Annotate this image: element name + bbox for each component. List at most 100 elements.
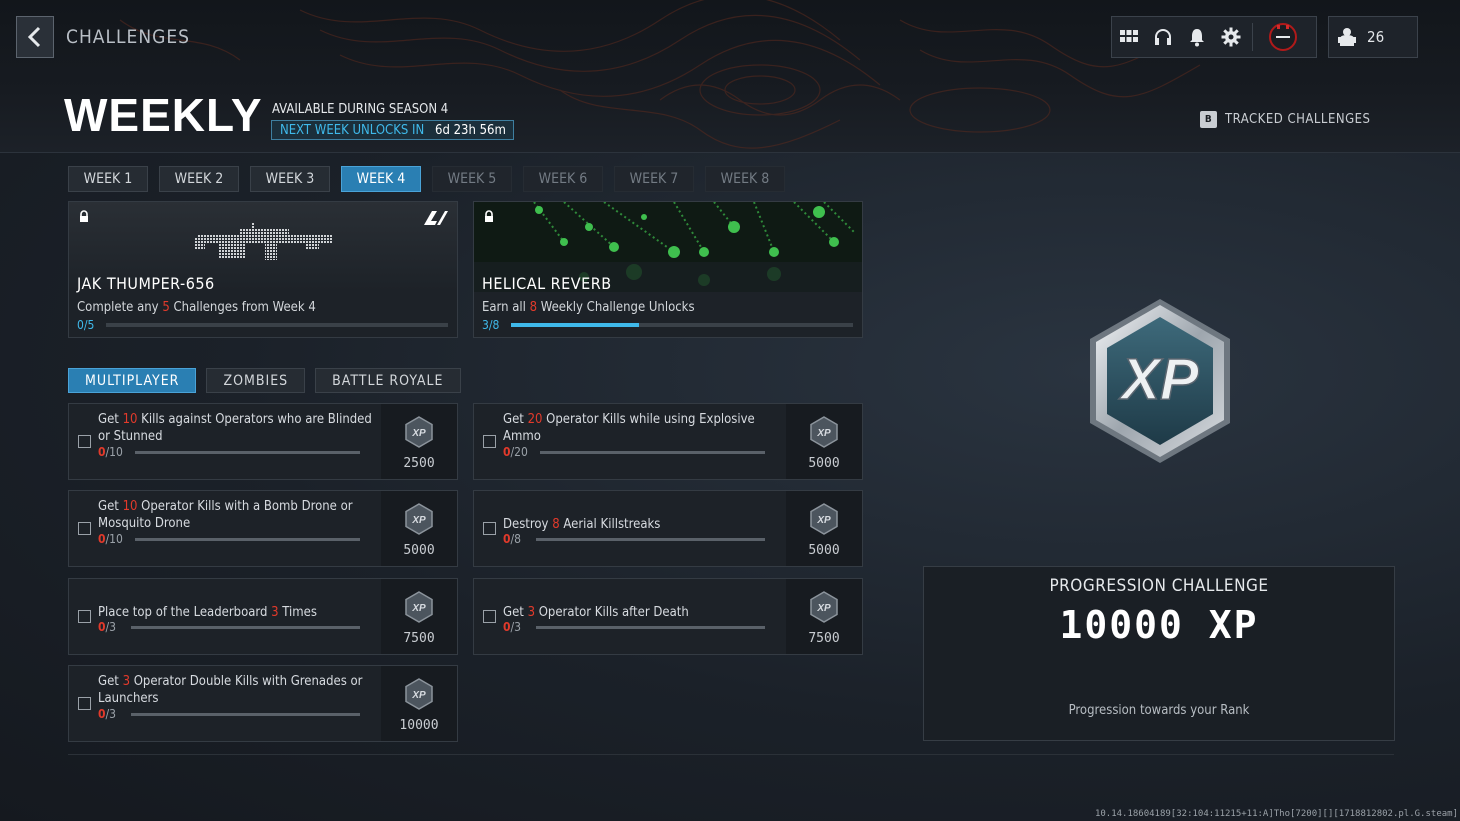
xp-amount: 7500 bbox=[808, 631, 840, 646]
challenge-progress: 0/10 bbox=[98, 445, 123, 459]
tab-week-8[interactable]: WEEK 8 bbox=[705, 166, 785, 192]
season-text: AVAILABLE DURING SEASON 4 bbox=[272, 102, 449, 117]
svg-text:XP: XP bbox=[816, 428, 831, 439]
xp-token-icon: XP bbox=[810, 503, 838, 535]
blueprint-icon bbox=[424, 211, 448, 225]
challenge-text: Get 3 Operator Kills after Death bbox=[503, 605, 689, 620]
xp-reward: XP 5000 bbox=[381, 491, 457, 566]
tracked-challenges-label: TRACKED CHALLENGES bbox=[1225, 112, 1371, 127]
challenge-progress-bar bbox=[131, 626, 360, 629]
challenge-text: Get 20 Operator Kills while using Explos… bbox=[503, 412, 755, 444]
next-week-timer: NEXT WEEK UNLOCKS IN 6d 23h 56m bbox=[271, 120, 514, 140]
operator-icon bbox=[1338, 28, 1356, 46]
svg-text:XP: XP bbox=[411, 515, 426, 526]
xp-reward: XP 7500 bbox=[786, 579, 862, 654]
tab-battle-royale[interactable]: BATTLE ROYALE bbox=[315, 368, 461, 393]
lock-icon bbox=[485, 210, 493, 222]
bell-icon[interactable] bbox=[1180, 17, 1214, 57]
reward-card-reverb[interactable]: HELICAL REVERB Earn all 8 Weekly Challen… bbox=[473, 201, 863, 338]
xp-reward: XP 2500 bbox=[381, 404, 457, 479]
challenge-progress-bar bbox=[540, 451, 765, 454]
svg-text:XP: XP bbox=[816, 603, 831, 614]
track-checkbox[interactable] bbox=[483, 610, 496, 623]
rank-display[interactable]: 26 bbox=[1328, 16, 1418, 58]
tab-zombies[interactable]: ZOMBIES bbox=[206, 368, 306, 393]
tab-week-5[interactable]: WEEK 5 bbox=[432, 166, 512, 192]
lock-icon bbox=[80, 210, 88, 222]
progression-heading: PROGRESSION CHALLENGE bbox=[1049, 576, 1269, 596]
xp-amount: 5000 bbox=[808, 456, 840, 471]
xp-token-icon: XP bbox=[405, 503, 433, 535]
xp-badge-text: XP bbox=[1118, 347, 1199, 412]
headset-icon[interactable] bbox=[1146, 17, 1180, 57]
back-arrow-icon bbox=[27, 26, 41, 48]
tab-week-7[interactable]: WEEK 7 bbox=[614, 166, 694, 192]
xp-amount: 7500 bbox=[403, 631, 435, 646]
challenge-text: Get 3 Operator Double Kills with Grenade… bbox=[98, 674, 363, 706]
challenge-text: Place top of the Leaderboard 3 Times bbox=[98, 605, 317, 620]
challenge-progress: 0/10 bbox=[98, 532, 123, 546]
week-tabs: WEEK 1 WEEK 2 WEEK 3 WEEK 4 WEEK 5 WEEK … bbox=[68, 166, 796, 192]
xp-token-icon: XP bbox=[405, 591, 433, 623]
xp-amount: 2500 bbox=[403, 456, 435, 471]
tab-multiplayer[interactable]: MULTIPLAYER bbox=[68, 368, 197, 393]
grid-icon[interactable] bbox=[1112, 17, 1146, 57]
svg-text:XP: XP bbox=[816, 515, 831, 526]
xp-amount: 5000 bbox=[808, 543, 840, 558]
challenge-progress-bar bbox=[131, 713, 360, 716]
header-bar: CHALLENGES WEEKLY AVAILABLE DURING SEASO… bbox=[0, 0, 1460, 153]
back-button[interactable] bbox=[16, 16, 54, 58]
progression-xp: 10000 XP bbox=[1059, 603, 1259, 647]
reward-name: HELICAL REVERB bbox=[482, 274, 612, 293]
tab-week-1[interactable]: WEEK 1 bbox=[68, 166, 148, 192]
challenge-card[interactable]: Place top of the Leaderboard 3 Times 0/3 X… bbox=[68, 578, 458, 655]
reward-progress: 0/5 bbox=[77, 318, 95, 332]
xp-reward: XP 10000 bbox=[381, 666, 457, 741]
xp-token-icon: XP bbox=[405, 416, 433, 448]
page-title: WEEKLY bbox=[64, 89, 263, 141]
track-checkbox[interactable] bbox=[78, 697, 91, 710]
xp-amount: 5000 bbox=[403, 543, 435, 558]
challenge-card[interactable]: Get 10 Operator Kills with a Bomb Drone … bbox=[68, 490, 458, 567]
challenge-card[interactable]: Get 10 Kills against Operators who are B… bbox=[68, 403, 458, 480]
breadcrumb: CHALLENGES bbox=[66, 26, 191, 48]
challenge-progress: 0/8 bbox=[503, 532, 522, 546]
reward-name: JAK THUMPER-656 bbox=[77, 274, 215, 293]
tab-week-4[interactable]: WEEK 4 bbox=[341, 166, 421, 192]
tab-week-3[interactable]: WEEK 3 bbox=[250, 166, 330, 192]
reward-card-weapon[interactable]: JAK THUMPER-656 Complete any 5 Challenge… bbox=[68, 201, 458, 338]
challenge-progress: 0/3 bbox=[98, 707, 117, 721]
reward-description: Earn all 8 Weekly Challenge Unlocks bbox=[482, 300, 695, 315]
gear-icon[interactable] bbox=[1214, 17, 1248, 57]
xp-token-icon: XP bbox=[405, 678, 433, 710]
challenge-progress-bar bbox=[135, 451, 360, 454]
reward-progress: 3/8 bbox=[482, 318, 500, 332]
tab-week-6[interactable]: WEEK 6 bbox=[523, 166, 603, 192]
challenge-card[interactable]: Get 3 Operator Kills after Death 0/3 XP 750… bbox=[473, 578, 863, 655]
challenge-card[interactable]: Destroy 8 Aerial Killstreaks 0/8 XP 5000 bbox=[473, 490, 863, 567]
challenge-text: Destroy 8 Aerial Killstreaks bbox=[503, 517, 661, 532]
svg-text:XP: XP bbox=[411, 428, 426, 439]
tracked-challenges-button[interactable]: B TRACKED CHALLENGES bbox=[1200, 111, 1370, 128]
xp-amount: 10000 bbox=[399, 718, 439, 733]
challenge-card[interactable]: Get 3 Operator Double Kills with Grenade… bbox=[68, 665, 458, 742]
challenge-progress-bar bbox=[536, 626, 765, 629]
challenge-card[interactable]: Get 20 Operator Kills while using Explos… bbox=[473, 403, 863, 480]
mode-tabs: MULTIPLAYER ZOMBIES BATTLE ROYALE bbox=[68, 368, 471, 393]
tab-week-2[interactable]: WEEK 2 bbox=[159, 166, 239, 192]
reward-description: Complete any 5 Challenges from Week 4 bbox=[77, 300, 316, 315]
challenge-progress: 0/20 bbox=[503, 445, 528, 459]
xp-badge-icon: XP bbox=[1090, 299, 1230, 463]
track-checkbox[interactable] bbox=[483, 522, 496, 535]
track-checkbox[interactable] bbox=[78, 610, 91, 623]
track-checkbox[interactable] bbox=[78, 435, 91, 448]
xp-token-icon: XP bbox=[810, 591, 838, 623]
track-checkbox[interactable] bbox=[78, 522, 91, 535]
track-checkbox[interactable] bbox=[483, 435, 496, 448]
profile-icon[interactable] bbox=[1253, 17, 1313, 57]
build-info: 10.14.18604189[32:104:11215+11:A]Tho[720… bbox=[1094, 809, 1458, 819]
reward-progress-bar bbox=[511, 323, 853, 327]
challenge-progress-bar bbox=[135, 538, 360, 541]
next-week-time: 6d 23h 56m bbox=[435, 122, 506, 138]
progression-challenge-panel: PROGRESSION CHALLENGE 10000 XP Progressi… bbox=[923, 566, 1395, 741]
